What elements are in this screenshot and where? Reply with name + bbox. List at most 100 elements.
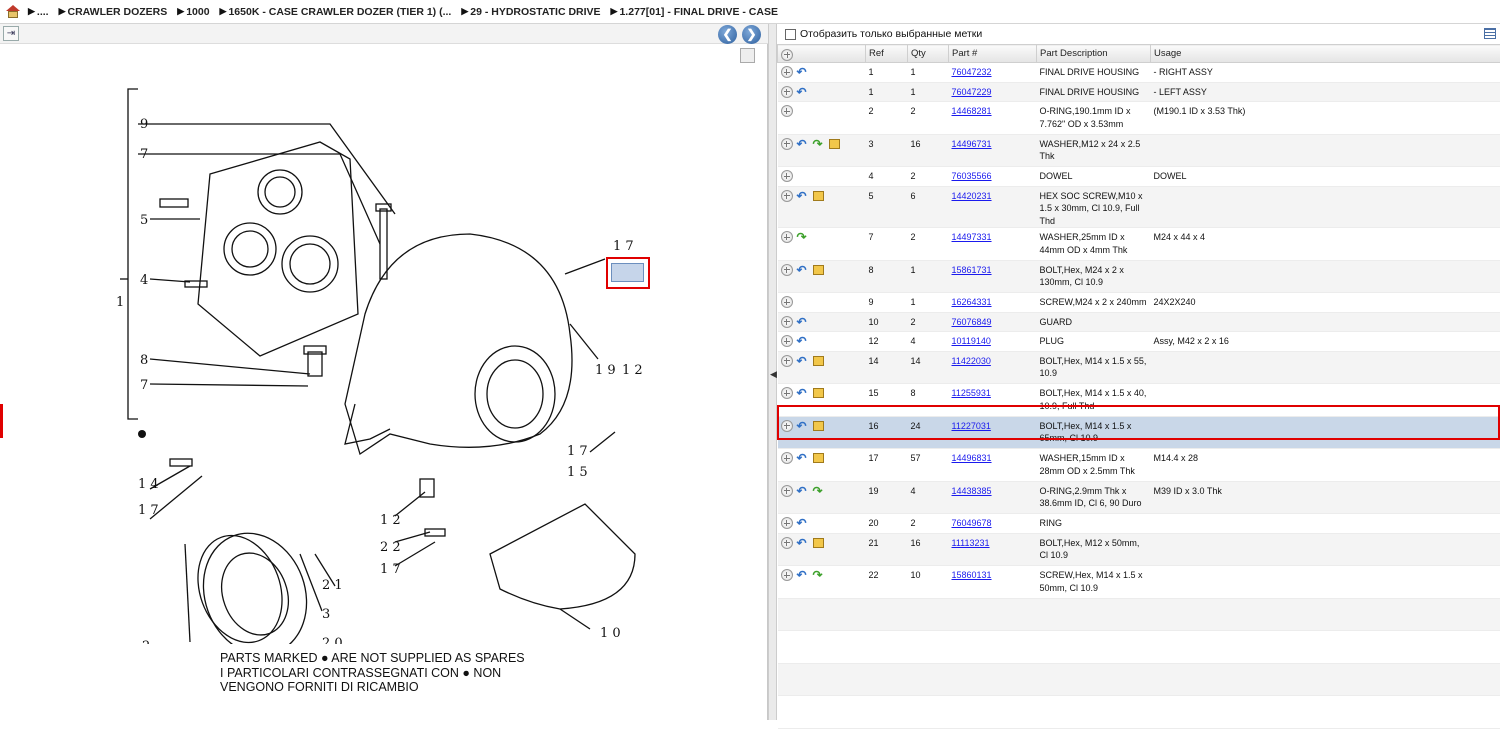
- diagram-callout-label[interactable]: 1 7: [613, 239, 634, 254]
- expand-row-icon[interactable]: [781, 420, 793, 432]
- diagram-callout-label[interactable]: 2 1: [322, 578, 343, 593]
- expand-row-icon[interactable]: [781, 231, 793, 243]
- replaces-icon[interactable]: ↷: [813, 485, 825, 497]
- next-page-button[interactable]: ❯: [742, 25, 761, 44]
- expand-row-icon[interactable]: [781, 190, 793, 202]
- diagram-callout-label[interactable]: 9: [140, 117, 148, 132]
- replaced-by-icon[interactable]: ↶: [797, 316, 809, 328]
- diagram-callout-label[interactable]: 5: [140, 213, 148, 228]
- expand-row-icon[interactable]: [781, 105, 793, 117]
- expand-row-icon[interactable]: [781, 86, 793, 98]
- header-description[interactable]: Part Description: [1037, 45, 1151, 63]
- package-icon[interactable]: [813, 421, 824, 431]
- table-row[interactable]: ↶141411422030BOLT,Hex, M14 x 1.5 x 55, 1…: [778, 351, 1500, 384]
- diagram-callout-label[interactable]: 3: [322, 607, 330, 622]
- diagram-scroll-button[interactable]: [740, 48, 755, 63]
- package-icon[interactable]: [813, 453, 824, 463]
- part-number-link[interactable]: 10119140: [952, 336, 991, 346]
- replaced-by-icon[interactable]: ↶: [797, 420, 809, 432]
- breadcrumb-item[interactable]: ▶29 - HYDROSTATIC DRIVE: [461, 6, 600, 18]
- expand-row-icon[interactable]: [781, 296, 793, 308]
- table-row[interactable]: ↷7214497331WASHER,25mm ID x 44mm OD x 4m…: [778, 228, 1500, 261]
- part-number-link[interactable]: 76035566: [952, 171, 992, 181]
- header-icons[interactable]: [778, 45, 866, 63]
- replaces-icon[interactable]: ↷: [813, 138, 825, 150]
- table-row[interactable]: ↶1176047232FINAL DRIVE HOUSING- RIGHT AS…: [778, 63, 1500, 83]
- expand-row-icon[interactable]: [781, 170, 793, 182]
- part-number-link[interactable]: 76076849: [952, 317, 992, 327]
- diagram-callout-label[interactable]: 4: [140, 273, 148, 288]
- diagram-callout-label[interactable]: 1 5: [567, 465, 588, 480]
- expand-all-icon[interactable]: [781, 49, 793, 61]
- part-number-link[interactable]: 14496831: [952, 453, 992, 463]
- table-row[interactable]: ↶8115861731BOLT,Hex, M24 x 2 x 130mm, Cl…: [778, 260, 1500, 293]
- expand-panel-icon[interactable]: ⇥: [3, 26, 19, 41]
- expand-row-icon[interactable]: [781, 335, 793, 347]
- table-row[interactable]: 4276035566DOWELDOWEL: [778, 167, 1500, 187]
- expand-row-icon[interactable]: [781, 66, 793, 78]
- expand-row-icon[interactable]: [781, 452, 793, 464]
- diagram-callout-label[interactable]: 1 2: [380, 513, 401, 528]
- part-number-link[interactable]: 11113231: [952, 538, 990, 548]
- grid-view-icon[interactable]: [1484, 28, 1496, 39]
- replaced-by-icon[interactable]: ↶: [797, 190, 809, 202]
- diagram-callout-label[interactable]: 1 0: [600, 626, 621, 641]
- diagram-callout-label[interactable]: 2 2: [380, 540, 401, 555]
- part-number-link[interactable]: 14438385: [952, 486, 992, 496]
- table-row[interactable]: ↶↷19414438385O-RING,2.9mm Thk x 38.6mm I…: [778, 481, 1500, 514]
- table-row[interactable]: ↶5614420231HEX SOC SCREW,M10 x 1.5 x 30m…: [778, 186, 1500, 228]
- package-icon[interactable]: [829, 139, 840, 149]
- diagram-callout-label[interactable]: 8: [140, 353, 148, 368]
- replaces-icon[interactable]: ↷: [813, 569, 825, 581]
- expand-row-icon[interactable]: [781, 485, 793, 497]
- replaced-by-icon[interactable]: ↶: [797, 517, 809, 529]
- part-number-link[interactable]: 76047232: [952, 67, 992, 77]
- diagram-callout-label[interactable]: 1: [116, 295, 124, 310]
- diagram-callout-label[interactable]: 7: [140, 147, 148, 162]
- diagram-callout-label[interactable]: 1 4: [138, 477, 159, 492]
- breadcrumb-item[interactable]: ▶....: [28, 6, 49, 18]
- replaced-by-icon[interactable]: ↶: [797, 86, 809, 98]
- package-icon[interactable]: [813, 265, 824, 275]
- expand-row-icon[interactable]: [781, 316, 793, 328]
- expand-row-icon[interactable]: [781, 537, 793, 549]
- part-number-link[interactable]: 11255931: [952, 388, 991, 398]
- diagram-callout-label[interactable]: 1 9: [595, 363, 616, 378]
- header-ref[interactable]: Ref: [866, 45, 908, 63]
- breadcrumb-item[interactable]: ▶CRAWLER DOZERS: [59, 6, 168, 18]
- part-number-link[interactable]: 76047229: [952, 87, 992, 97]
- replaces-icon[interactable]: ↷: [797, 231, 809, 243]
- package-icon[interactable]: [813, 538, 824, 548]
- diagram-callout-label[interactable]: 1 7: [380, 562, 401, 577]
- table-row[interactable]: ↶1176047229FINAL DRIVE HOUSING- LEFT ASS…: [778, 82, 1500, 102]
- table-row[interactable]: ↶211611113231BOLT,Hex, M12 x 50mm, Cl 10…: [778, 533, 1500, 566]
- part-number-link[interactable]: 11227031: [952, 421, 991, 431]
- breadcrumb-item[interactable]: ▶1000: [177, 6, 209, 18]
- replaced-by-icon[interactable]: ↶: [797, 387, 809, 399]
- home-icon[interactable]: [6, 5, 20, 18]
- replaced-by-icon[interactable]: ↶: [797, 66, 809, 78]
- expand-row-icon[interactable]: [781, 138, 793, 150]
- part-number-link[interactable]: 14420231: [952, 191, 992, 201]
- part-number-link[interactable]: 15860131: [952, 570, 992, 580]
- header-part-number[interactable]: Part #: [949, 45, 1037, 63]
- diagram-callout-label[interactable]: 1 7: [138, 503, 159, 518]
- part-number-link[interactable]: 16264331: [952, 297, 992, 307]
- header-usage[interactable]: Usage: [1151, 45, 1500, 63]
- replaced-by-icon[interactable]: ↶: [797, 355, 809, 367]
- table-row[interactable]: ↶15811255931BOLT,Hex, M14 x 1.5 x 40, 10…: [778, 384, 1500, 417]
- diagram-callout-label[interactable]: 2 0: [322, 636, 343, 644]
- pane-splitter[interactable]: ◀: [768, 24, 777, 720]
- replaced-by-icon[interactable]: ↶: [797, 485, 809, 497]
- part-number-link[interactable]: 14496731: [952, 139, 992, 149]
- diagram-callout-label[interactable]: 2: [142, 639, 150, 644]
- table-row[interactable]: ↶↷221015860131SCREW,Hex, M14 x 1.5 x 50m…: [778, 566, 1500, 599]
- package-icon[interactable]: [813, 191, 824, 201]
- table-row[interactable]: ↶20276049678RING: [778, 514, 1500, 534]
- diagram-callout-label[interactable]: 1 2: [622, 363, 643, 378]
- part-number-link[interactable]: 15861731: [952, 265, 992, 275]
- table-row[interactable]: 9116264331SCREW,M24 x 2 x 240mm24X2X240: [778, 293, 1500, 313]
- part-number-link[interactable]: 14468281: [952, 106, 992, 116]
- expand-row-icon[interactable]: [781, 264, 793, 276]
- previous-page-button[interactable]: ❮: [718, 25, 737, 44]
